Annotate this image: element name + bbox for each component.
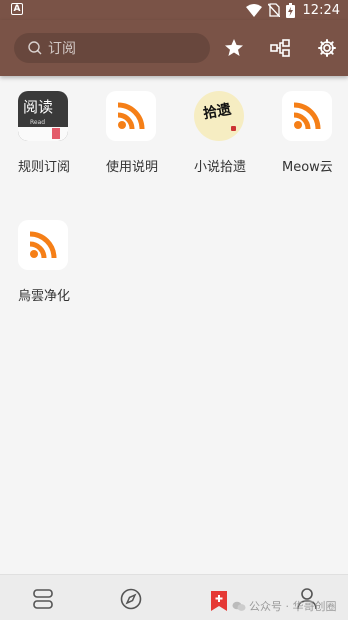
yuedu-app-icon: 阅读 Read [18,91,68,141]
search-placeholder: 订阅 [48,41,76,57]
yuedu-icon-text: 阅读 [23,98,54,116]
settings-button[interactable] [315,36,339,60]
compass-icon [120,588,142,610]
clock: 12:24 [302,2,340,18]
tab-bookshelf[interactable] [31,587,55,611]
status-bar: A 12:24 [0,0,348,20]
source-label: 使用说明 [106,160,159,175]
search-icon [28,41,42,55]
source-item-wuyun-purify[interactable]: 烏雲净化 [0,205,88,315]
rss-bookmark-icon [211,591,227,611]
rss-icon [18,220,68,270]
shiyi-icon-text: 拾遗 [201,101,233,123]
wechat-icon [232,601,246,611]
source-label: 烏雲净化 [18,289,71,304]
bookmark-flag-icon [52,128,60,139]
gear-icon [318,39,336,57]
source-label: 小说拾遗 [194,160,247,175]
toolbar: 订阅 [0,20,348,76]
status-indicators: 12:24 [245,1,340,19]
source-item-novel-shiyi[interactable]: 拾遗 小说拾遗 [176,76,264,186]
yuedu-icon-subtext: Read [30,119,46,126]
no-sim-icon [267,3,280,17]
bottom-navigation: 公众号 · 华哥创圈 [0,574,348,620]
source-item-usage-guide[interactable]: 使用说明 [88,76,176,186]
group-manage-button[interactable] [268,36,292,60]
tree-structure-icon [270,39,290,57]
rss-icon [282,91,332,141]
source-item-meow-cloud[interactable]: Meow云 [264,76,348,186]
yuedu-icon-bar [18,127,68,141]
shiyi-logo-icon: 拾遗 [194,91,244,141]
search-input[interactable]: 订阅 [14,33,210,63]
source-label: Meow云 [282,160,333,175]
watermark-text: 公众号 · 华哥创圈 [249,600,337,613]
app-notification-icon: A [11,3,23,15]
star-icon [225,39,243,56]
wifi-icon [245,3,262,17]
tab-discover[interactable] [119,587,143,611]
source-label: 规则订阅 [18,160,71,175]
bookshelf-icon [33,589,53,609]
favorite-button[interactable] [222,36,246,60]
battery-charging-icon [285,2,295,18]
seal-mark [231,126,236,131]
watermark: 公众号 · 华哥创圈 [232,598,337,614]
tab-subscription[interactable] [207,589,231,613]
rss-icon [106,91,156,141]
source-item-rule-subscription[interactable]: 阅读 Read 规则订阅 [0,76,88,186]
